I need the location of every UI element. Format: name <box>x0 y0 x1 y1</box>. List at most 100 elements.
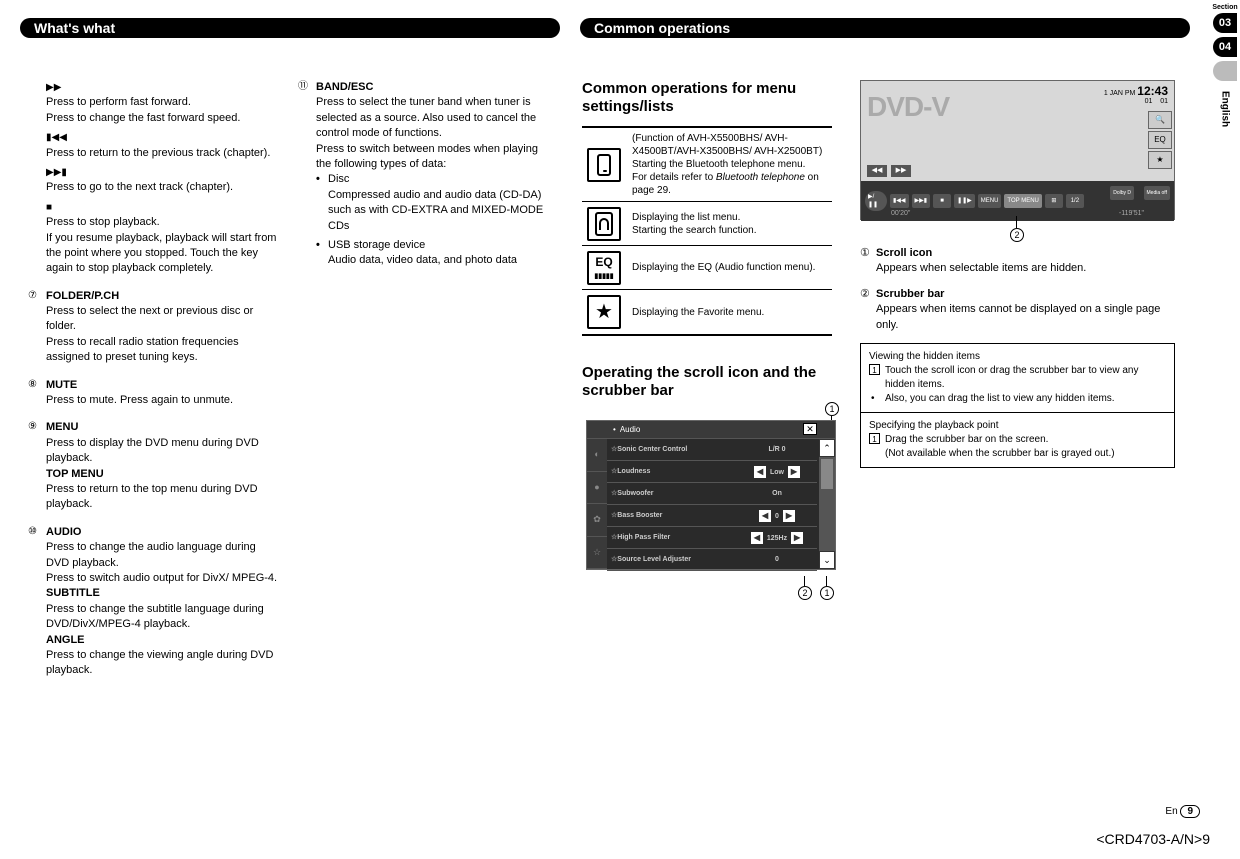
arrow-right-icon[interactable]: ▶ <box>788 466 800 478</box>
box2-i1: Drag the scrubber bar on the screen. <box>885 434 1048 445</box>
tab-blank <box>1213 61 1237 81</box>
language-label: English <box>1220 91 1231 127</box>
menu-desc-3: Displaying the EQ (Audio function menu). <box>626 261 832 274</box>
scroll-thumb[interactable] <box>821 459 833 489</box>
n11-l2: Press to switch between modes when playi… <box>316 142 550 173</box>
row-value: ◀ 0 ▶ <box>737 510 817 522</box>
phone-icon-box[interactable] <box>587 148 621 182</box>
n8-l1: Press to mute. Press again to unmute. <box>46 393 280 408</box>
dvd-side-buttons: 🔍 EQ ★ <box>1148 111 1172 169</box>
audio-row[interactable]: ☆ Source Level Adjuster0 <box>607 549 817 571</box>
n11-l1: Press to select the tuner band when tune… <box>316 95 550 141</box>
side-tab-1[interactable]: ◐ <box>587 439 607 472</box>
side-tab-3[interactable]: ✿ <box>587 504 607 537</box>
n11-b1d: Compressed audio and audio data (CD-DA) … <box>316 188 550 234</box>
row-value: ◀ 125Hz ▶ <box>737 532 817 544</box>
slow-icon[interactable]: ❚❚▶ <box>954 194 975 208</box>
dvd-t2: 01 <box>1160 98 1168 105</box>
box1-i1: Touch the scroll icon or drag the scrubb… <box>885 365 1138 390</box>
scroll-up-icon[interactable]: ⌃ <box>819 439 835 457</box>
box1-title: Viewing the hidden items <box>869 350 1166 364</box>
eq-icon-box[interactable]: EQ▮▮▮▮▮ <box>587 251 621 285</box>
arrow-left-icon[interactable]: ◀ <box>754 466 766 478</box>
h-common-ops-menu: Common operations for menu settings/list… <box>582 80 832 116</box>
stop-btn-icon[interactable]: ■ <box>933 194 951 208</box>
media-ind: Media off <box>1144 186 1170 200</box>
star-side-icon[interactable]: ★ <box>1148 151 1172 169</box>
stop-icon: ■ <box>46 202 52 213</box>
box1-i2: Also, you can drag the list to view any … <box>885 393 1115 404</box>
side-tab-2[interactable]: ● <box>587 472 607 505</box>
n11-b2: •USB storage device Audio data, video da… <box>316 238 550 269</box>
prev-icon[interactable]: ▮◀◀ <box>890 194 909 208</box>
item-ff: ▶▶ Press to perform fast forward. Press … <box>30 80 280 277</box>
callout-1b: 1 <box>820 586 834 600</box>
dvd-date: 1 JAN <box>1104 90 1123 97</box>
audio-row[interactable]: ☆ SubwooferOn <box>607 483 817 505</box>
scroll-track[interactable] <box>819 457 835 551</box>
num-9: ⑨ <box>28 420 37 434</box>
section-label: Section <box>1212 4 1237 11</box>
box2-i1b: (Not available when the scrubber bar is … <box>885 447 1166 461</box>
item-7: ⑦ FOLDER/P.CH Press to select the next o… <box>30 289 280 366</box>
elapsed-time: 00'20" <box>891 209 910 219</box>
header-whats-what: What's what <box>20 18 560 38</box>
side-tab-4[interactable]: ☆ <box>587 537 607 570</box>
title-folder: FOLDER/P.CH <box>46 290 119 302</box>
dvd-t1: 01 <box>1145 98 1153 105</box>
remain-time: -119'51" <box>1119 209 1144 219</box>
star-icon-box[interactable]: ★ <box>587 295 621 329</box>
title-band: BAND/ESC <box>316 81 373 93</box>
n11-b1-label: Disc <box>328 173 349 185</box>
rewind-icon[interactable]: ◀◀ <box>867 165 887 177</box>
menu-row-list: Displaying the list menu.Starting the se… <box>582 202 832 246</box>
audio-row[interactable]: ☆ High Pass Filter◀ 125Hz ▶ <box>607 527 817 549</box>
keypad-icon[interactable]: ⊞ <box>1045 194 1063 208</box>
menu-desc-4: Displaying the Favorite menu. <box>626 306 832 319</box>
audio-row[interactable]: ☆ Bass Booster◀ 0 ▶ <box>607 505 817 527</box>
arrow-left-icon[interactable]: ◀ <box>751 532 763 544</box>
tab-04: 04 <box>1213 37 1237 57</box>
chapter-ind: 1/2 <box>1066 194 1084 208</box>
bookmark-icon-box[interactable] <box>587 207 621 241</box>
callout-2a: 2 <box>798 586 812 600</box>
arrow-left-icon[interactable]: ◀ <box>759 510 771 522</box>
n11-b2d: Audio data, video data, and photo data <box>316 253 550 268</box>
column-4: DVD-V 1 JAN PM 12:43 01 01 🔍 EQ ★ ◀◀ ▶▶ … <box>860 80 1175 468</box>
callout-2b: 2 <box>1010 228 1024 242</box>
tab-03: 03 <box>1213 13 1237 33</box>
n9-l2: Press to return to the top menu during D… <box>46 482 280 513</box>
row-label: High Pass Filter <box>617 533 737 543</box>
menu-btn[interactable]: MENU <box>978 194 1002 208</box>
menu-desc-2: Displaying the list menu.Starting the se… <box>626 211 832 237</box>
dvd-figure: DVD-V 1 JAN PM 12:43 01 01 🔍 EQ ★ ◀◀ ▶▶ … <box>860 80 1175 220</box>
arrow-right-icon[interactable]: ▶ <box>783 510 795 522</box>
audio-row[interactable]: ☆ Sonic Center ControlL/R 0 <box>607 439 817 461</box>
fastfwd-icon[interactable]: ▶▶ <box>891 165 911 177</box>
column-3: Common operations for menu settings/list… <box>582 80 832 570</box>
dvd-time: 12:43 <box>1137 84 1168 98</box>
close-icon[interactable]: ✕ <box>803 423 817 435</box>
audio-row[interactable]: ☆ Loudness◀ Low ▶ <box>607 461 817 483</box>
prev-desc: Press to return to the previous track (c… <box>46 146 280 161</box>
stop-desc1: Press to stop playback. <box>46 215 280 230</box>
h-scroll: Operating the scroll icon and the scrubb… <box>582 364 832 400</box>
ff-desc1: Press to perform fast forward. <box>46 95 280 110</box>
eq-side-icon[interactable]: EQ <box>1148 131 1172 149</box>
step-1-icon: 1 <box>869 364 880 375</box>
play-pause-icon[interactable]: ▶/❚❚ <box>865 191 887 211</box>
eq-icon: EQ▮▮▮▮▮ <box>594 256 613 280</box>
scroll-down-icon[interactable]: ⌄ <box>819 551 835 569</box>
num-s2: ② <box>860 287 870 302</box>
arrow-right-icon[interactable]: ▶ <box>791 532 803 544</box>
next-icon[interactable]: ▶▶▮ <box>912 194 931 208</box>
audio-header: •Audio ✕ <box>587 421 835 439</box>
search-icon[interactable]: 🔍 <box>1148 111 1172 129</box>
row-value: L/R 0 <box>737 445 817 455</box>
next-track-icon: ▶▶▮ <box>46 167 67 178</box>
title-scroll: Scroll icon <box>876 247 932 259</box>
n10-l3: Press to change the subtitle language du… <box>46 602 280 633</box>
next-desc: Press to go to the next track (chapter). <box>46 180 280 195</box>
topmenu-btn[interactable]: TOP MENU <box>1004 194 1041 208</box>
page-num-value: 9 <box>1180 805 1200 818</box>
